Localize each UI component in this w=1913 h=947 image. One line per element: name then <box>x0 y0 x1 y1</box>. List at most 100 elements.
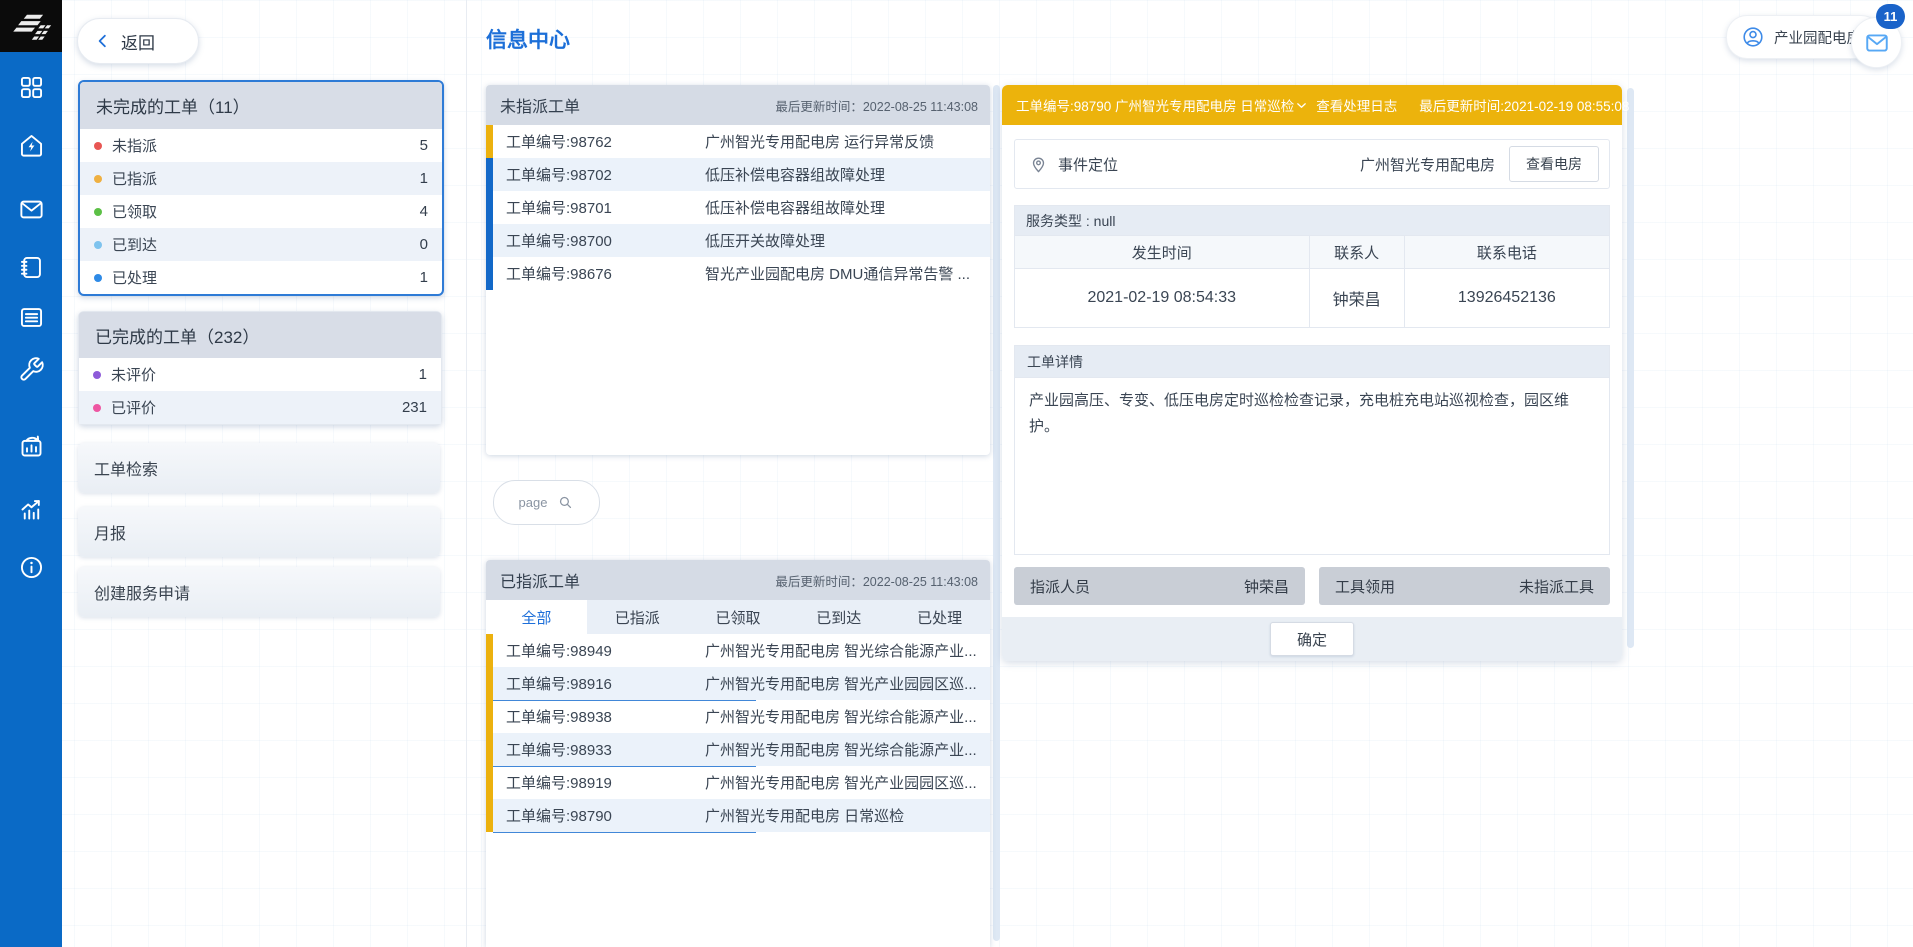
status-row[interactable]: 已到达0 <box>80 228 442 261</box>
unread-count-badge: 11 <box>1876 4 1905 29</box>
col-phone: 联系电话 <box>1404 236 1609 269</box>
workorder-row[interactable]: 工单编号:98919广州智光专用配电房 智光产业园园区巡... <box>486 766 990 799</box>
status-count: 231 <box>402 399 427 416</box>
user-account-label: 产业园配电房 <box>1774 27 1861 48</box>
status-label: 未评价 <box>111 364 419 385</box>
search-icon <box>557 494 574 511</box>
workorder-number: 工单编号:98919 <box>493 772 705 793</box>
tools-value: 未指派工具 <box>1519 576 1594 597</box>
status-row[interactable]: 已评价231 <box>79 391 441 424</box>
status-row[interactable]: 已领取4 <box>80 195 442 228</box>
workorder-title: 智光产业园配电房 DMU通信异常告警 ... <box>705 263 990 284</box>
assigned-tab-2[interactable]: 已领取 <box>688 600 789 634</box>
column-divider <box>466 0 467 947</box>
assigned-tab-4[interactable]: 已处理 <box>889 600 990 634</box>
status-row[interactable]: 未评价1 <box>79 358 441 391</box>
nav-item-report-icon[interactable] <box>0 433 62 460</box>
workorder-row[interactable]: 工单编号:98938广州智光专用配电房 智光综合能源产业... <box>486 700 990 733</box>
mid-scrollbar[interactable] <box>993 85 1000 941</box>
workorder-row[interactable]: 工单编号:98790广州智光专用配电房 日常巡检 <box>486 799 990 832</box>
nav-item-mail-icon[interactable] <box>0 196 62 223</box>
assignee-bar[interactable]: 指派人员 钟荣昌 <box>1014 567 1305 605</box>
status-dot-icon <box>93 371 101 379</box>
view-log-link[interactable]: 查看处理日志 <box>1294 95 1397 115</box>
uncompleted-card: 未完成的工单（11） 未指派5已指派1已领取4已到达0已处理1 <box>78 80 444 296</box>
nav-rail <box>0 0 62 947</box>
unassigned-panel-header: 未指派工单 最后更新时间：2022-08-25 11:43:08 <box>486 85 990 125</box>
status-dot-icon <box>94 241 102 249</box>
confirm-button[interactable]: 确定 <box>1270 622 1354 656</box>
workorder-title: 广州智光专用配电房 智光综合能源产业... <box>705 706 990 727</box>
status-label: 已评价 <box>111 397 402 418</box>
assignee-value: 钟荣昌 <box>1244 576 1289 597</box>
workorder-number: 工单编号:98790 <box>493 805 705 826</box>
nav-item-wrench-icon[interactable] <box>0 356 62 383</box>
nav-item-dashboard-icon[interactable] <box>0 74 62 101</box>
phone-value: 13926452136 <box>1404 269 1609 328</box>
create-service-request-link[interactable]: 创建服务申请 <box>78 567 440 617</box>
completed-card: 已完成的工单（232） 未评价1已评价231 <box>78 311 442 425</box>
nav-item-info-icon[interactable] <box>0 554 62 581</box>
assigned-panel-header: 已指派工单 最后更新时间：2022-08-25 11:43:08 <box>486 560 990 600</box>
unassigned-updated-time: 最后更新时间：2022-08-25 11:43:08 <box>775 96 978 115</box>
status-dot-icon <box>94 208 102 216</box>
status-row[interactable]: 未指派5 <box>80 129 442 162</box>
workorder-row[interactable]: 工单编号:98701低压补偿电容器组故障处理 <box>486 191 990 224</box>
workorder-row[interactable]: 工单编号:98916广州智光专用配电房 智光产业园园区巡... <box>486 667 990 700</box>
detail-order-title: 工单编号:98790 广州智光专用配电房 日常巡检 <box>1016 95 1294 115</box>
unassigned-panel: 未指派工单 最后更新时间：2022-08-25 11:43:08 工单编号:98… <box>486 85 990 455</box>
detail-scrollbar[interactable] <box>1627 88 1634 648</box>
tools-label: 工具领用 <box>1335 576 1395 597</box>
status-row[interactable]: 已处理1 <box>80 261 442 294</box>
unassigned-panel-title: 未指派工单 <box>500 93 580 117</box>
completed-card-title[interactable]: 已完成的工单（232） <box>79 312 441 358</box>
status-label: 已领取 <box>112 201 420 222</box>
contact-table-header-row: 发生时间 联系人 联系电话 <box>1015 236 1610 269</box>
chevron-down-icon <box>1294 98 1309 113</box>
workorder-number: 工单编号:98700 <box>493 230 705 251</box>
workorder-search-link[interactable]: 工单检索 <box>78 443 440 493</box>
status-count: 0 <box>420 236 428 253</box>
workorder-number: 工单编号:98702 <box>493 164 705 185</box>
event-location-label: 事件定位 <box>1058 154 1118 175</box>
workorder-row[interactable]: 工单编号:98762广州智光专用配电房 运行异常反馈 <box>486 125 990 158</box>
workorder-number: 工单编号:98916 <box>493 673 705 694</box>
uncompleted-card-title[interactable]: 未完成的工单（11） <box>80 82 442 129</box>
nav-item-list-icon[interactable] <box>0 304 62 331</box>
workorder-row[interactable]: 工单编号:98700低压开关故障处理 <box>486 224 990 257</box>
map-pin-icon <box>1029 155 1048 174</box>
tools-bar[interactable]: 工具领用 未指派工具 <box>1319 567 1610 605</box>
brand-logo-icon[interactable] <box>0 0 62 52</box>
status-label: 未指派 <box>112 135 420 156</box>
workorder-row[interactable]: 工单编号:98949广州智光专用配电房 智光综合能源产业... <box>486 634 990 667</box>
app-root: 返回 未完成的工单（11） 未指派5已指派1已领取4已到达0已处理1 已完成的工… <box>0 0 1913 947</box>
assigned-tab-3[interactable]: 已到达 <box>788 600 889 634</box>
assigned-tab-1[interactable]: 已指派 <box>587 600 688 634</box>
assigned-panel-title: 已指派工单 <box>500 568 580 592</box>
nav-item-home-energy-icon[interactable] <box>0 132 62 159</box>
nav-item-notebook-icon[interactable] <box>0 254 62 281</box>
assigned-tab-0[interactable]: 全部 <box>486 600 587 634</box>
workorder-number: 工单编号:98949 <box>493 640 705 661</box>
status-row[interactable]: 已指派1 <box>80 162 442 195</box>
info-icon <box>18 554 45 581</box>
workorder-row[interactable]: 工单编号:98676智光产业园配电房 DMU通信异常告警 ... <box>486 257 990 290</box>
back-button[interactable]: 返回 <box>77 18 199 64</box>
user-icon <box>1741 25 1765 49</box>
status-dot-icon <box>94 175 102 183</box>
trend-chart-icon <box>18 496 45 523</box>
status-count: 1 <box>420 269 428 286</box>
nav-item-trend-chart-icon[interactable] <box>0 496 62 523</box>
status-label: 已处理 <box>112 267 420 288</box>
monthly-report-link[interactable]: 月报 <box>78 507 440 557</box>
workorder-title: 广州智光专用配电房 智光产业园园区巡... <box>705 772 990 793</box>
link-label: 创建服务申请 <box>94 580 190 604</box>
workorder-row[interactable]: 工单编号:98933广州智光专用配电房 智光综合能源产业... <box>486 733 990 766</box>
workorder-row[interactable]: 工单编号:98702低压补偿电容器组故障处理 <box>486 158 990 191</box>
page-search-label: page <box>519 495 548 510</box>
list-icon <box>18 304 45 331</box>
page-search[interactable]: page <box>493 480 600 525</box>
detail-section-content: 产业园高压、专变、低压电房定时巡检检查记录，充电桩充电站巡视检查，园区维护。 <box>1014 378 1610 555</box>
notebook-icon <box>18 254 45 281</box>
view-room-button[interactable]: 查看电房 <box>1509 146 1599 182</box>
